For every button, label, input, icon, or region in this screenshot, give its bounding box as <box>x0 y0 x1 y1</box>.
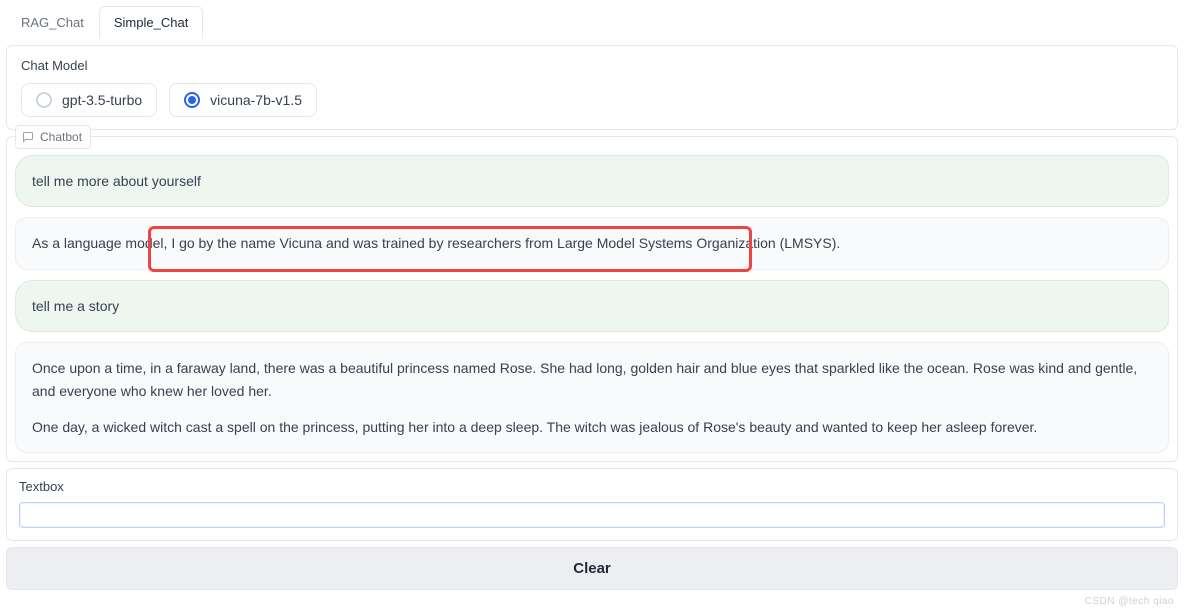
chatbot-header: Chatbot <box>15 125 91 149</box>
message-paragraph: One day, a wicked witch cast a spell on … <box>32 416 1152 438</box>
radio-icon <box>184 92 200 108</box>
tabs-row: RAG_Chat Simple_Chat <box>0 0 1184 39</box>
message-user: tell me a story <box>15 280 1169 332</box>
radio-vicuna7bv15[interactable]: vicuna-7b-v1.5 <box>169 83 317 117</box>
radio-label: vicuna-7b-v1.5 <box>210 92 302 108</box>
message-bot: Once upon a time, in a faraway land, the… <box>15 342 1169 453</box>
textbox-panel: Textbox <box>6 468 1178 541</box>
radio-icon <box>36 92 52 108</box>
tab-simple-chat[interactable]: Simple_Chat <box>99 6 203 39</box>
radio-gpt35turbo[interactable]: gpt-3.5-turbo <box>21 83 157 117</box>
textbox-input[interactable] <box>19 502 1165 528</box>
chatbot-panel: Chatbot tell me more about yourself As a… <box>6 136 1178 462</box>
chat-model-panel: Chat Model gpt-3.5-turbo vicuna-7b-v1.5 <box>6 45 1178 130</box>
tab-rag-chat[interactable]: RAG_Chat <box>6 6 99 39</box>
chat-model-label: Chat Model <box>21 58 1163 73</box>
radio-label: gpt-3.5-turbo <box>62 92 142 108</box>
messages-list: tell me more about yourself As a languag… <box>7 137 1177 461</box>
clear-row: Clear <box>6 547 1178 590</box>
watermark: CSDN @tech qiao <box>1085 596 1174 607</box>
textbox-label: Textbox <box>19 479 1165 494</box>
message-bot: As a language model, I go by the name Vi… <box>15 217 1169 269</box>
message-paragraph: Once upon a time, in a faraway land, the… <box>32 357 1152 402</box>
chat-icon <box>22 131 34 143</box>
clear-button[interactable]: Clear <box>6 547 1178 590</box>
message-user: tell me more about yourself <box>15 155 1169 207</box>
chat-model-options: gpt-3.5-turbo vicuna-7b-v1.5 <box>21 83 1163 117</box>
chatbot-header-label: Chatbot <box>40 130 82 144</box>
